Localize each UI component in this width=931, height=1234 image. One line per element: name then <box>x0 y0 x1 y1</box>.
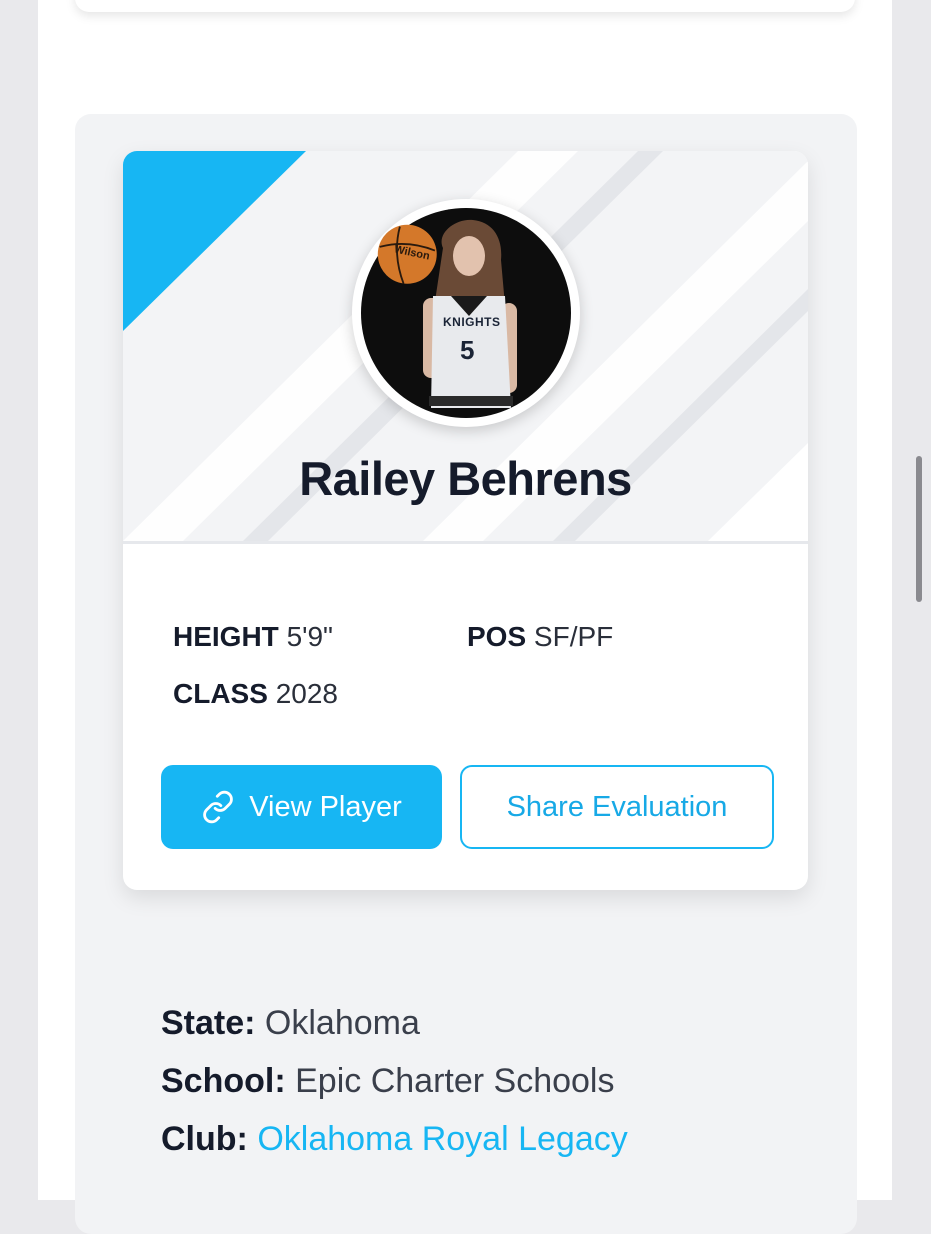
view-player-label: View Player <box>249 790 402 823</box>
info-state: State: Oklahoma <box>161 994 841 1052</box>
view-player-button[interactable]: View Player <box>161 765 442 849</box>
player-card: Wilson KNIGHTS 5 Railey Behrens HEIGHT 5… <box>123 151 808 890</box>
player-photo <box>361 208 571 418</box>
info-club-label: Club: <box>161 1120 248 1158</box>
link-icon <box>201 790 235 824</box>
info-club: Club: Oklahoma Royal Legacy <box>161 1110 841 1168</box>
player-stats: HEIGHT 5'9" POS SF/PF CLASS 2028 <box>173 621 773 731</box>
stat-position-value: SF/PF <box>533 621 614 652</box>
stat-height-label: HEIGHT <box>173 621 279 652</box>
player-name: Railey Behrens <box>299 452 632 505</box>
stat-position: POS SF/PF <box>467 621 613 653</box>
player-avatar: Wilson KNIGHTS 5 <box>352 199 580 427</box>
stat-height: HEIGHT 5'9" <box>173 621 333 653</box>
stat-class: CLASS 2028 <box>173 678 338 710</box>
share-evaluation-button[interactable]: Share Evaluation <box>460 765 774 849</box>
stat-class-label: CLASS <box>173 678 268 709</box>
player-banner: Wilson KNIGHTS 5 Railey Behrens <box>123 151 808 544</box>
info-school-label: School: <box>161 1062 286 1100</box>
previous-card <box>75 0 855 12</box>
scrollbar[interactable] <box>916 456 922 602</box>
stat-position-label: POS <box>467 621 527 652</box>
player-info: State: Oklahoma School: Epic Charter Sch… <box>161 994 841 1168</box>
info-school-value: Epic Charter Schools <box>295 1062 615 1100</box>
club-link[interactable]: Oklahoma Royal Legacy <box>257 1120 627 1158</box>
share-evaluation-label: Share Evaluation <box>506 790 728 823</box>
info-state-value: Oklahoma <box>264 1004 420 1042</box>
player-section: Wilson KNIGHTS 5 Railey Behrens HEIGHT 5… <box>75 114 857 1234</box>
accent-corner <box>123 151 306 331</box>
info-state-label: State: <box>161 1004 256 1042</box>
info-school: School: Epic Charter Schools <box>161 1052 841 1110</box>
stat-class-value: 2028 <box>275 678 338 709</box>
stat-height-value: 5'9" <box>286 621 333 652</box>
page: Wilson KNIGHTS 5 Railey Behrens HEIGHT 5… <box>38 0 892 1234</box>
